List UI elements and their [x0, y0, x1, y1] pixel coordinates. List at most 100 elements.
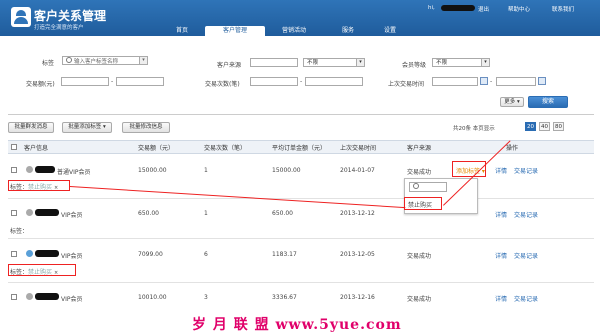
last-trade-cell: 2013-12-12	[340, 210, 375, 217]
help-center-link[interactable]: 帮助中心	[508, 5, 530, 13]
last-trade-cell: 2014-01-07	[340, 167, 375, 174]
count-cell: 6	[204, 251, 208, 258]
select-all-checkbox[interactable]	[11, 144, 17, 150]
close-icon[interactable]: ×	[54, 185, 58, 191]
avatar	[26, 293, 33, 300]
member-level-label: 会员等级	[402, 62, 427, 69]
trade-count-max-input[interactable]	[305, 77, 363, 86]
search-icon	[413, 183, 419, 189]
tag-chip: 禁止购买	[28, 184, 53, 191]
member-level-text: 普通VIP会员	[57, 169, 91, 176]
source-text-input[interactable]	[250, 58, 298, 67]
app-title: 客户关系管理	[34, 9, 107, 23]
search-button[interactable]: 搜索	[528, 96, 568, 108]
amount-cell: 7099.00	[138, 251, 163, 258]
popup-search-input[interactable]	[409, 182, 447, 192]
tag-prefix: 标签：	[10, 184, 29, 191]
trade-amount-max-input[interactable]	[116, 77, 164, 86]
details-link[interactable]: 详情	[495, 251, 507, 260]
nav-tab-marketing[interactable]: 营销活动	[270, 26, 318, 36]
trade-history-link[interactable]: 交易记录	[514, 251, 538, 260]
member-level-select[interactable]: 不限 ▾	[432, 58, 490, 67]
column-header-customer: 客户信息	[24, 145, 49, 152]
calendar-icon[interactable]	[538, 77, 546, 85]
range-dash: -	[490, 78, 493, 85]
page-size-80[interactable]: 80	[553, 122, 564, 131]
page-size-40[interactable]: 40	[539, 122, 550, 131]
popup-tag-option[interactable]: 禁止购买	[408, 200, 432, 209]
row-divider	[8, 238, 594, 239]
last-trade-cell: 2013-12-16	[340, 294, 375, 301]
amount-cell: 15000.00	[138, 167, 167, 174]
member-level-text: VIP会员	[61, 296, 83, 303]
batch-add-tag-button[interactable]: 批量添加标签 ▾	[62, 122, 112, 133]
source-cell: 交易成功	[407, 253, 432, 260]
details-link[interactable]: 详情	[495, 210, 507, 219]
more-label: 更多	[504, 99, 516, 105]
column-header-source: 客户来源	[407, 145, 432, 152]
row-checkbox[interactable]	[11, 167, 17, 173]
last-trade-end-input[interactable]	[496, 77, 536, 86]
batch-add-tag-label: 批量添加标签	[68, 124, 102, 130]
avatar	[26, 250, 33, 257]
source-select[interactable]: 不限 ▾	[303, 58, 365, 67]
column-header-amount: 交易额（元）	[138, 145, 175, 152]
details-link[interactable]: 详情	[495, 166, 507, 175]
redacted-customer-name	[35, 293, 59, 300]
last-trade-cell: 2013-12-05	[340, 251, 375, 258]
source-select-value: 不限	[307, 60, 319, 66]
avg-cell: 650.00	[272, 210, 293, 217]
chevron-down-icon[interactable]: ▾	[139, 57, 147, 64]
column-header-actions: 操作	[506, 145, 519, 152]
trade-history-link[interactable]: 交易记录	[514, 210, 538, 219]
calendar-icon[interactable]	[480, 77, 488, 85]
tag-search-input[interactable]: 输入客户标签名称 ▾	[62, 56, 148, 65]
column-header-count: 交易次数（笔）	[204, 145, 247, 152]
trade-history-link[interactable]: 交易记录	[514, 294, 538, 303]
count-cell: 3	[204, 294, 208, 301]
nav-tab-customers[interactable]: 客户管理	[205, 26, 265, 36]
chevron-down-icon[interactable]: ▾	[481, 59, 489, 66]
trade-amount-min-input[interactable]	[61, 77, 109, 86]
redacted-customer-name	[35, 250, 59, 257]
search-icon	[66, 57, 72, 63]
batch-edit-button[interactable]: 批量修改信息	[122, 122, 170, 133]
trade-count-min-input[interactable]	[250, 77, 298, 86]
row-checkbox[interactable]	[11, 210, 17, 216]
row-checkbox[interactable]	[11, 251, 17, 257]
crm-logo-icon	[11, 7, 31, 27]
range-dash: -	[111, 78, 114, 85]
last-trade-start-input[interactable]	[432, 77, 478, 86]
nav-tab-settings[interactable]: 设置	[372, 26, 408, 36]
amount-cell: 650.00	[138, 210, 159, 217]
total-count-text: 共20条 本页显示	[453, 126, 495, 132]
row-divider	[8, 282, 594, 283]
close-icon[interactable]: ×	[54, 270, 58, 276]
redacted-customer-name	[35, 166, 55, 173]
nav-tab-home[interactable]: 首页	[162, 26, 202, 36]
redacted-username	[441, 5, 475, 11]
nav-tab-service[interactable]: 服务	[330, 26, 366, 36]
chevron-down-icon[interactable]: ▾	[356, 59, 364, 66]
tag-chip: 禁止购买	[28, 269, 53, 276]
watermark-text: 岁 月 联 盟 www.5yue.com	[192, 317, 402, 333]
details-link[interactable]: 详情	[495, 294, 507, 303]
batch-send-button[interactable]: 批量群发消息	[8, 122, 54, 133]
trade-amount-label: 交易额(元)	[26, 81, 55, 88]
avg-cell: 3336.67	[272, 294, 297, 301]
more-filters-button[interactable]: 更多 ▾	[500, 97, 524, 107]
row-checkbox[interactable]	[11, 294, 17, 300]
source-cell: 交易成功	[407, 296, 432, 303]
row-tag-area: 标签：禁止购买 ×	[10, 267, 58, 276]
divider	[8, 114, 594, 115]
logout-link[interactable]: 退出	[478, 5, 489, 13]
page-size-20[interactable]: 20	[525, 122, 536, 131]
column-header-avg: 平均订单金额（元）	[272, 145, 327, 152]
count-cell: 1	[204, 210, 208, 217]
avg-cell: 1183.17	[272, 251, 297, 258]
trade-history-link[interactable]: 交易记录	[514, 166, 538, 175]
contact-us-link[interactable]: 联系我们	[552, 5, 574, 13]
avatar	[26, 209, 33, 216]
redacted-customer-name	[35, 209, 59, 216]
amount-cell: 10010.00	[138, 294, 167, 301]
